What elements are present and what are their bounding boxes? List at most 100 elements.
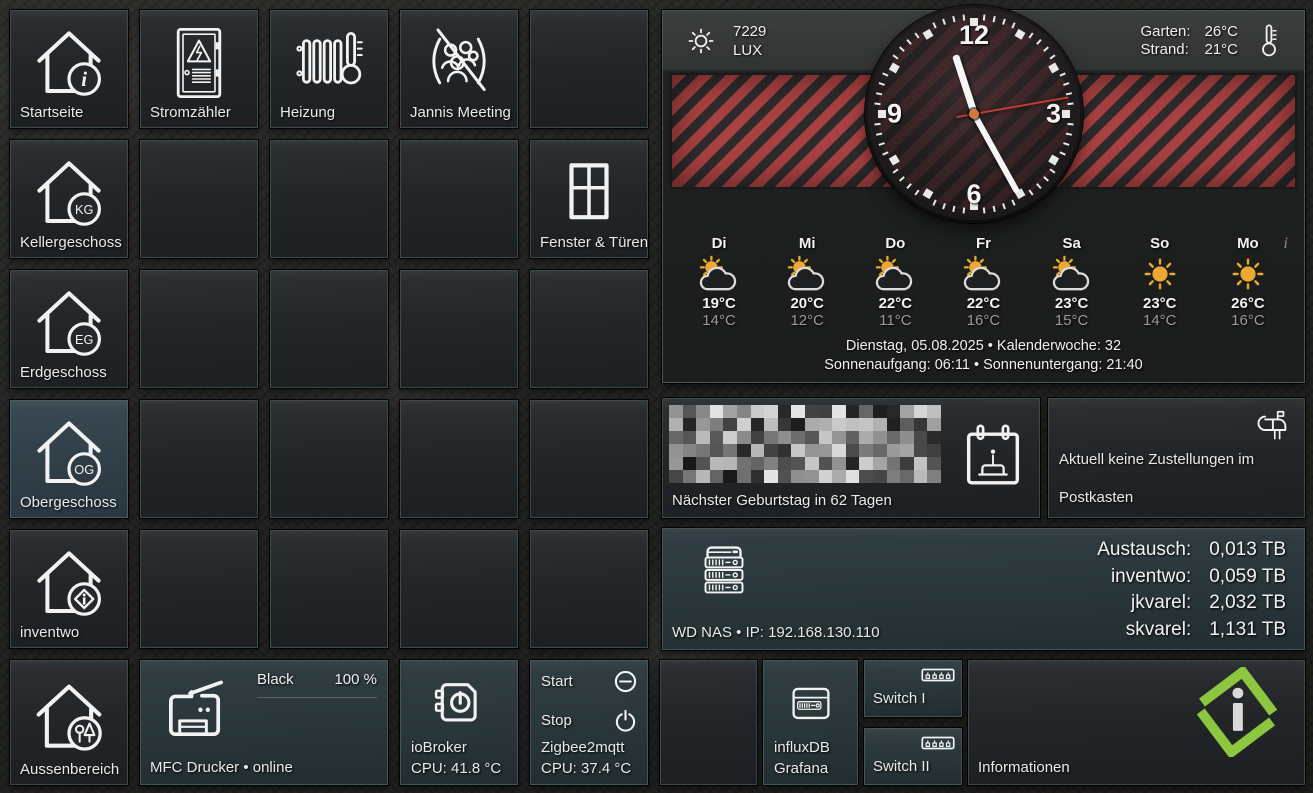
empty-tile (530, 270, 648, 388)
nav-tile-label: Obergeschoss (20, 494, 117, 511)
share-size: 2,032 TB (1209, 592, 1286, 613)
share-name: Austausch: (1097, 539, 1192, 560)
empty-tile (660, 660, 757, 785)
empty-tile (270, 270, 388, 388)
nav-tile-label: Kellergeschoss (20, 234, 122, 251)
network-switch-icon (921, 736, 955, 750)
nav-tile-heizung[interactable]: Heizung (270, 10, 388, 128)
sun-icon (1144, 258, 1176, 290)
postbox-line1: Aktuell keine Zustellungen im (1059, 451, 1255, 468)
nas-tile: Austausch: 0,013 TB inventwo: 0,059 TB jkv… (662, 528, 1305, 650)
iobroker-tile[interactable]: ioBroker CPU: 41.8 °C (400, 660, 518, 785)
birthday-caption: Nächster Geburtstag in 62 Tagen (672, 492, 892, 509)
share-name: inventwo: (1110, 565, 1192, 587)
house-og-icon: OG (37, 421, 101, 486)
nav-tile-label: Aussenbereich (20, 761, 120, 778)
strand-label: Strand: (1140, 41, 1189, 58)
forecast-day: Mi 20°C 12°C (764, 235, 850, 329)
empty-tile (400, 270, 518, 388)
empty-tile (400, 530, 518, 648)
clock-numeral: 9 (887, 98, 903, 129)
switch-2-tile[interactable]: Switch II (864, 728, 962, 785)
influxdb-grafana-tile[interactable]: influxDB Grafana (763, 660, 858, 785)
empty-tile (400, 140, 518, 258)
nav-tile-jannis-meeting[interactable]: Jannis Meeting (400, 10, 518, 128)
outdoor-temps: Garten: 26°C Strand: 21°C (1140, 23, 1238, 58)
nav-tile-startseite[interactable]: i Startseite (10, 10, 128, 128)
clock-numeral: 3 (1045, 98, 1061, 129)
radiator-thermometer-icon (296, 32, 363, 85)
house-garden-icon (36, 684, 102, 751)
calendar-line: Dienstag, 05.08.2025 • Kalenderwoche: 32 (845, 338, 1122, 354)
zigbee-stop-row[interactable]: Stop (541, 709, 637, 732)
power-icon[interactable] (614, 709, 637, 732)
iobroker-cpu: CPU: 41.8 °C (411, 760, 502, 777)
server-icon (791, 687, 830, 720)
garten-label: Garten: (1140, 23, 1191, 40)
lux-value: 7229 (733, 22, 767, 40)
nav-tile-erdgeschoss[interactable]: EG Erdgeschoss (10, 270, 128, 388)
empty-tile (140, 270, 258, 388)
dashboard: i Startseite Stromzähler Heizung Jannis … (0, 0, 1313, 793)
sun-cloud-icon (699, 255, 737, 291)
zigbee-tile: Start Stop Zigbee2mqtt CPU: 37.4 °C (530, 660, 648, 785)
toner-value: 100 % (334, 671, 377, 688)
empty-tile (140, 140, 258, 258)
house-info-icon: i (37, 31, 101, 96)
pixelated-photo (669, 405, 941, 483)
nav-tile-label: Erdgeschoss (20, 364, 107, 381)
nav-tile-label: Fenster & Türen (540, 234, 649, 251)
forecast-day: Fr 22°C 16°C (940, 235, 1026, 329)
nas-server-icon (704, 546, 744, 594)
empty-tile (530, 400, 648, 518)
nav-tile-stromzaehler[interactable]: Stromzähler (140, 10, 258, 128)
informationen-label: Informationen (978, 759, 1070, 776)
house-eg-icon: EG (37, 291, 101, 356)
share-size: 0,013 TB (1209, 539, 1286, 560)
network-switch-icon (921, 668, 955, 682)
zigbee-start-row[interactable]: Start (541, 670, 637, 693)
info-icon[interactable]: i (1284, 235, 1288, 253)
switch-1-tile[interactable]: Switch I (864, 660, 962, 717)
forecast-panel: i Di 19°C 14°C Mi 20°C 12°C Do 22°C 11°C… (663, 191, 1304, 382)
sun-cloud-icon (788, 255, 825, 291)
lux-unit: LUX (733, 41, 763, 59)
nas-caption: WD NAS • IP: 192.168.130.110 (672, 624, 880, 641)
nav-tile-label: inventwo (20, 624, 80, 641)
meeting-off-icon (432, 28, 486, 92)
zigbee-cpu: CPU: 37.4 °C (541, 760, 632, 777)
mailbox-icon (1257, 410, 1287, 440)
nav-tile-aussenbereich[interactable]: Aussenbereich (10, 660, 128, 785)
informationen-tile[interactable]: Informationen (968, 660, 1305, 785)
sun-cloud-icon (1052, 255, 1089, 291)
nav-tile-obergeschoss[interactable]: OG Obergeschoss (10, 400, 128, 518)
nav-tile-label: Heizung (280, 104, 336, 121)
forecast-days: Di 19°C 14°C Mi 20°C 12°C Do 22°C 11°C F… (663, 191, 1304, 329)
circle-minus-icon[interactable] (614, 670, 637, 693)
forecast-day: Sa 23°C 15°C (1029, 235, 1115, 329)
postbox-tile: Aktuell keine Zustellungen im Postkasten (1048, 398, 1305, 518)
clock-center-dot (969, 109, 979, 119)
nav-tile-label: Stromzähler (150, 104, 231, 121)
printer-icon (168, 680, 224, 737)
clock-hand-hour (951, 53, 978, 116)
weather-widget: 7229 LUX Garten: 26°C Strand: 21°C 12 3 … (662, 8, 1305, 383)
nav-tile-inventwo[interactable]: inventwo (10, 530, 128, 648)
printer-tile[interactable]: Black 100 % MFC Drucker • online (140, 660, 388, 785)
forecast-day: Do 22°C 11°C (852, 235, 938, 329)
breaker-box-icon (176, 28, 222, 98)
empty-tile (270, 140, 388, 258)
printer-status: MFC Drucker • online (150, 759, 293, 776)
toner-label: Black (257, 671, 294, 688)
nav-tile-kellergeschoss[interactable]: KG Kellergeschoss (10, 140, 128, 258)
share-name: skvarel: (1125, 618, 1192, 640)
birthday-tile: Nächster Geburtstag in 62 Tagen (662, 398, 1040, 518)
influx-line1: influxDB (774, 739, 830, 756)
empty-tile (140, 400, 258, 518)
nav-tile-fenster-tueren[interactable]: Fenster & Türen (530, 140, 648, 258)
share-size: 1,131 TB (1209, 618, 1286, 640)
forecast-day: Di 19°C 14°C (676, 235, 762, 329)
sun-icon (1232, 258, 1264, 290)
brightness-sun-icon (688, 28, 714, 53)
toner-level-row: Black 100 % (257, 671, 377, 698)
